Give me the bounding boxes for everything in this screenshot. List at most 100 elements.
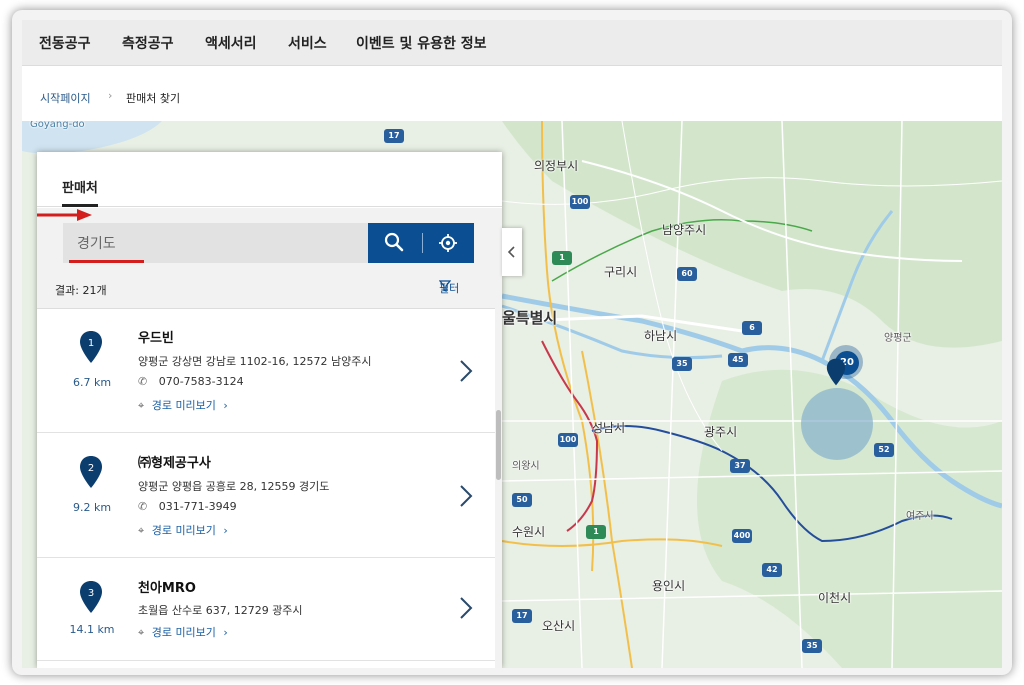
highway-shield: 1 (552, 251, 572, 265)
map-label-goyang: Goyang-do (30, 121, 85, 130)
list-item[interactable]: 3 14.1 km 천아MRO 초월읍 산수로 637, 12729 광주시 ⌖… (37, 559, 495, 661)
chevron-right-icon: › (108, 89, 113, 102)
map-label-hanam: 하남시 (644, 329, 678, 343)
chevron-right-icon: › (223, 524, 228, 537)
pin-number: 2 (88, 463, 94, 474)
scrollbar-track[interactable] (495, 308, 502, 668)
dealer-phone-number: 070-7583-3124 (158, 375, 244, 388)
map-label-namyangju: 남양주시 (662, 223, 707, 237)
map-label-seoul: 울특별시 (502, 309, 558, 327)
dealer-address: 양평군 양평읍 공흥로 28, 12559 경기도 (138, 480, 330, 493)
dealer-phone-number: 031-771-3949 (158, 500, 237, 513)
top-navigation: 전동공구 측정공구 액세서리 서비스 이벤트 및 유용한 정보 (22, 20, 1002, 66)
dealer-list: 1 6.7 km 우드빈 양평군 강상면 강남로 1102-16, 12572 … (37, 308, 502, 668)
dealer-distance: 14.1 km (69, 623, 115, 636)
dealer-name: ㈜형제공구사 (138, 456, 211, 471)
map-label-uijeongbu: 의정부시 (534, 159, 579, 173)
list-item[interactable]: 2 9.2 km ㈜형제공구사 양평군 양평읍 공흥로 28, 12559 경기… (37, 434, 495, 558)
map-label-gwangju: 광주시 (704, 425, 738, 439)
map-pin-icon[interactable] (826, 357, 846, 387)
screen: 전동공구 측정공구 액세서리 서비스 이벤트 및 유용한 정보 시작페이지 › … (22, 20, 1002, 668)
highway-shield: 50 (512, 493, 532, 507)
dealer-name: 우드빈 (138, 331, 174, 346)
map-label-yangpyeong: 양평군 (884, 333, 912, 344)
map-label-suwon: 수원시 (512, 525, 546, 539)
map-label-guri: 구리시 (604, 265, 638, 279)
highway-shield: 52 (874, 443, 894, 457)
map-label-icheon: 이천시 (818, 591, 852, 605)
route-preview-link[interactable]: ⌖ 경로 미리보기 › (138, 397, 228, 413)
location-pin-icon: ⌖ (138, 626, 145, 639)
dealer-phone: ✆ 070-7583-3124 (138, 375, 244, 388)
breadcrumb: 시작페이지 › 판매처 찾기 (22, 66, 1002, 121)
pin-number: 3 (88, 588, 94, 599)
annotation-underline (69, 260, 144, 263)
scrollbar-thumb[interactable] (496, 410, 501, 480)
map-label-yongin: 용인시 (652, 579, 686, 593)
map-label-seongnam: 성남시 (592, 421, 626, 435)
dealer-distance: 6.7 km (72, 376, 112, 389)
dealer-panel: 판매처 경기도 결과: 21개 필터 1 6.7 km 우드빈 양평군 강상면 … (37, 152, 502, 668)
search-button-group (368, 223, 474, 263)
tab-bar: 판매처 (37, 152, 502, 207)
highway-shield: 17 (384, 129, 404, 143)
filter-button[interactable]: 필터 (439, 280, 459, 296)
filter-icon (439, 280, 451, 292)
phone-icon: ✆ (138, 375, 148, 388)
route-preview-label: 경로 미리보기 (151, 524, 216, 537)
highway-shield: 1 (586, 525, 606, 539)
map[interactable]: 울특별시 의정부시 남양주시 구리시 하남시 성남시 광주시 수원시 용인시 이… (22, 121, 1002, 668)
list-item[interactable]: 1 6.7 km 우드빈 양평군 강상면 강남로 1102-16, 12572 … (37, 309, 495, 433)
tab-dealers[interactable]: 판매처 (62, 177, 98, 207)
highway-shield: 17 (512, 609, 532, 623)
results-count: 결과: 21개 (55, 284, 107, 297)
chevron-right-icon: › (223, 626, 228, 639)
chevron-right-icon[interactable] (457, 483, 475, 509)
dealer-address: 양평군 강상면 강남로 1102-16, 12572 남양주시 (138, 355, 372, 368)
dealer-name: 천아MRO (138, 581, 196, 596)
chevron-right-icon[interactable] (457, 595, 475, 621)
route-preview-link[interactable]: ⌖ 경로 미리보기 › (138, 624, 228, 640)
route-preview-link[interactable]: ⌖ 경로 미리보기 › (138, 522, 228, 538)
search-button[interactable] (368, 223, 423, 263)
map-pin-icon: 2 (80, 456, 102, 488)
nav-item-power-tools[interactable]: 전동공구 (39, 33, 91, 53)
highway-shield: 35 (672, 357, 692, 371)
map-label-uiwang: 의왕시 (512, 461, 540, 472)
collapse-panel-button[interactable] (502, 228, 522, 276)
highway-shield: 100 (570, 195, 590, 209)
highway-shield: 60 (677, 267, 697, 281)
breadcrumb-home[interactable]: 시작페이지 (40, 90, 91, 106)
map-pin-icon: 3 (80, 581, 102, 613)
pin-number: 1 (88, 338, 94, 349)
highway-shield: 400 (732, 529, 752, 543)
map-pin-icon: 1 (80, 331, 102, 363)
nav-item-measuring-tools[interactable]: 측정공구 (122, 33, 174, 53)
dealer-distance: 9.2 km (72, 501, 112, 514)
search-input[interactable] (63, 223, 368, 263)
highway-shield: 45 (728, 353, 748, 367)
route-preview-label: 경로 미리보기 (151, 399, 216, 412)
highway-shield: 42 (762, 563, 782, 577)
phone-icon: ✆ (138, 500, 148, 513)
window-frame: 전동공구 측정공구 액세서리 서비스 이벤트 및 유용한 정보 시작페이지 › … (12, 10, 1012, 675)
location-pin-icon: ⌖ (138, 399, 145, 412)
search-area: 결과: 21개 필터 (37, 208, 502, 308)
map-label-osan: 오산시 (542, 619, 576, 633)
highway-shield: 6 (742, 321, 762, 335)
nav-item-accessories[interactable]: 액세서리 (205, 33, 257, 53)
route-preview-label: 경로 미리보기 (151, 626, 216, 639)
chevron-right-icon[interactable] (457, 358, 475, 384)
dealer-address: 초월읍 산수로 637, 12729 광주시 (138, 604, 303, 617)
chevron-right-icon: › (223, 399, 228, 412)
annotation-arrow-icon (37, 209, 92, 221)
highway-shield: 35 (802, 639, 822, 653)
nav-item-events[interactable]: 이벤트 및 유용한 정보 (356, 33, 487, 53)
dealer-phone: ✆ 031-771-3949 (138, 500, 237, 513)
nav-item-service[interactable]: 서비스 (288, 33, 327, 53)
map-label-yeoju: 여주시 (906, 511, 934, 522)
highway-shield: 100 (558, 433, 578, 447)
locate-button[interactable] (423, 223, 474, 263)
highway-shield: 37 (730, 459, 750, 473)
crosshair-icon (439, 234, 457, 252)
